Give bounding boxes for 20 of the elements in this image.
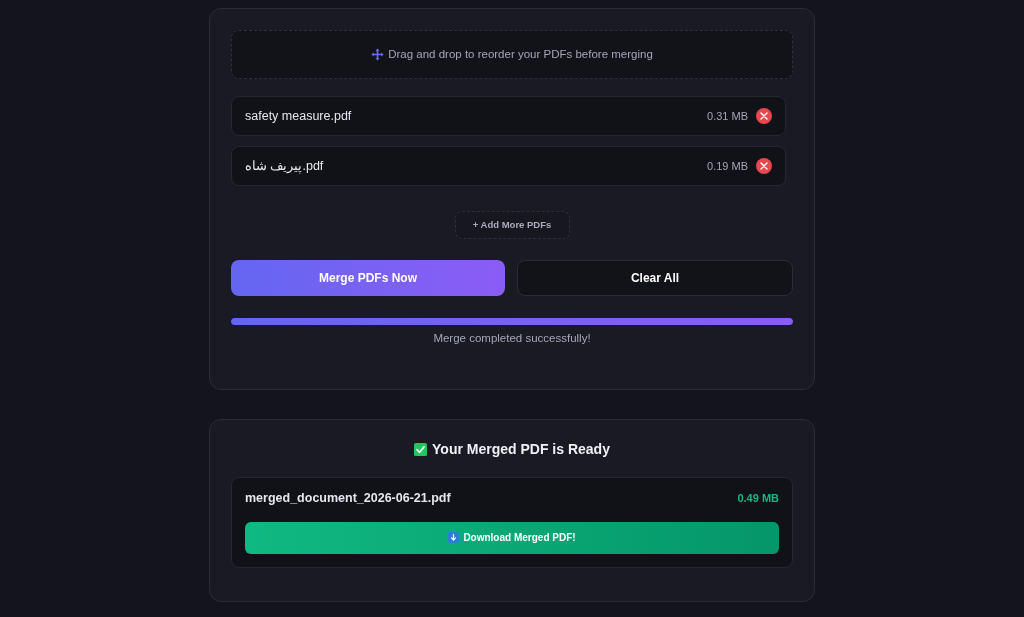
- file-size: 0.19 MB: [707, 158, 748, 174]
- dropzone-hint: Drag and drop to reorder your PDFs before merging: [388, 46, 653, 62]
- merge-button[interactable]: Merge PDFs Now: [231, 260, 505, 296]
- down-arrow-icon: [448, 532, 460, 544]
- file-row[interactable]: safety measure.pdf 0.31 MB: [231, 96, 786, 136]
- result-file-name: merged_document_2026-06-21.pdf: [245, 490, 451, 507]
- file-name: safety measure.pdf: [245, 107, 352, 125]
- result-title: Your Merged PDF is Ready: [432, 440, 610, 459]
- clear-all-button[interactable]: Clear All: [517, 260, 793, 296]
- remove-button[interactable]: [756, 108, 772, 124]
- close-icon: [760, 162, 768, 170]
- file-size: 0.31 MB: [707, 108, 748, 124]
- move-arrows-icon: [371, 48, 385, 61]
- remove-button[interactable]: [756, 158, 772, 174]
- file-name: پیریف شاه.pdf: [245, 157, 324, 176]
- checkmark-icon: [414, 443, 428, 456]
- add-more-button[interactable]: + Add More PDFs: [454, 211, 570, 239]
- result-file-size: 0.49 MB: [737, 491, 779, 507]
- close-icon: [760, 112, 768, 120]
- status-message: Merge completed successfully!: [433, 331, 591, 346]
